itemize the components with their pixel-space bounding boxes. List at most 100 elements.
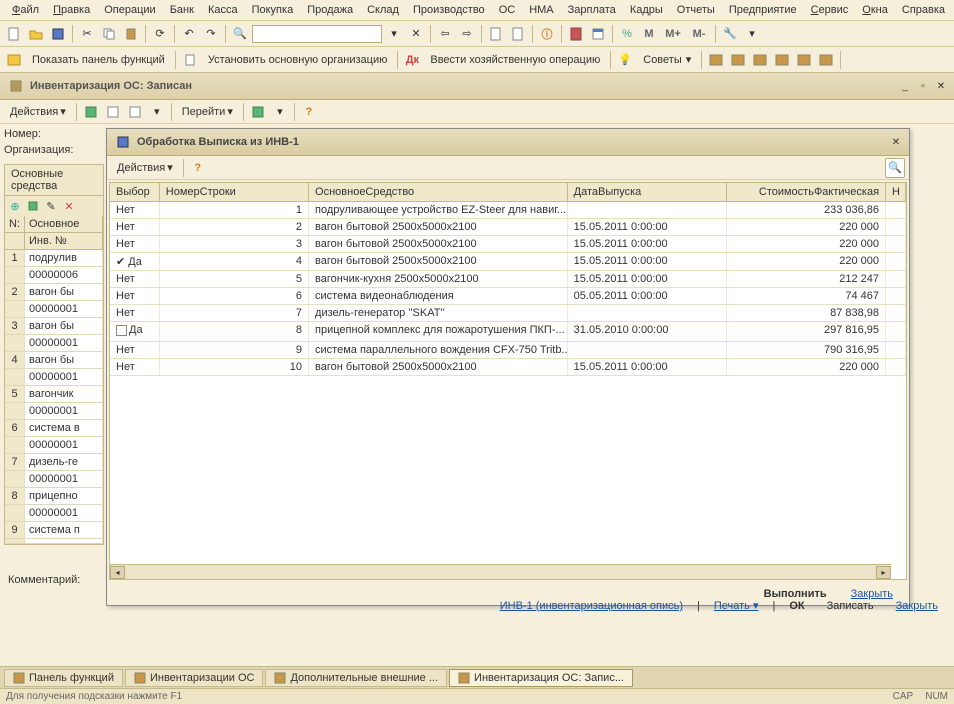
- doc-icon[interactable]: [486, 24, 506, 44]
- bulb-icon[interactable]: 💡: [615, 50, 635, 70]
- menu-os[interactable]: ОС: [493, 2, 522, 18]
- table-row[interactable]: 8прицепно: [5, 488, 103, 505]
- percent-icon[interactable]: %: [617, 24, 637, 44]
- doc2-icon[interactable]: [508, 24, 528, 44]
- table-row[interactable]: 00000001: [5, 471, 103, 488]
- menu-help[interactable]: Справка: [896, 2, 951, 18]
- menu-operations[interactable]: Операции: [98, 2, 161, 18]
- grid-row[interactable]: Нет10вагон бытовой 2500x5000x210015.05.2…: [110, 359, 906, 376]
- save-button[interactable]: Записать: [819, 598, 882, 614]
- taskbar-button[interactable]: Инвентаризация ОС: Запис...: [449, 669, 633, 687]
- copy-icon[interactable]: [99, 24, 119, 44]
- scroll-right-icon[interactable]: ▸: [876, 566, 891, 579]
- nav-fwd-icon[interactable]: ⇨: [457, 24, 477, 44]
- menu-cash[interactable]: Касса: [202, 2, 244, 18]
- table-row[interactable]: 00000001: [5, 505, 103, 522]
- dialog-help-icon[interactable]: ?: [188, 158, 208, 178]
- entry-icon[interactable]: Дк: [402, 50, 422, 70]
- action1-icon[interactable]: [81, 102, 101, 122]
- edit-icon[interactable]: ✎: [43, 198, 59, 214]
- ext6-icon[interactable]: [816, 50, 836, 70]
- search-icon[interactable]: 🔍: [230, 24, 250, 44]
- col-date[interactable]: ДатаВыпуска: [568, 183, 727, 201]
- ext5-icon[interactable]: [794, 50, 814, 70]
- mem-icon[interactable]: M: [639, 24, 659, 44]
- menu-service[interactable]: Сервис: [805, 2, 855, 18]
- grid-row[interactable]: ✔ Да4вагон бытовой 2500x5000x210015.05.2…: [110, 253, 906, 271]
- table-row[interactable]: 2вагон бы: [5, 284, 103, 301]
- open-icon[interactable]: [26, 24, 46, 44]
- table-row[interactable]: 4вагон бы: [5, 352, 103, 369]
- menu-warehouse[interactable]: Склад: [361, 2, 405, 18]
- search-input[interactable]: [252, 25, 382, 43]
- menu-bank[interactable]: Банк: [164, 2, 200, 18]
- redo-icon[interactable]: ↷: [201, 24, 221, 44]
- menu-enterprise[interactable]: Предприятие: [723, 2, 803, 18]
- table-row[interactable]: 00000001: [5, 335, 103, 352]
- ext4-icon[interactable]: [772, 50, 792, 70]
- table-row[interactable]: 00000001: [5, 437, 103, 454]
- inv1-link[interactable]: ИНВ-1 (инвентаризационная опись): [492, 598, 691, 614]
- taskbar-button[interactable]: Панель функций: [4, 669, 123, 687]
- scroll-left-icon[interactable]: ◂: [110, 566, 125, 579]
- checklist-icon[interactable]: [248, 102, 268, 122]
- table-row[interactable]: 3вагон бы: [5, 318, 103, 335]
- ext3-icon[interactable]: [750, 50, 770, 70]
- maximize-button[interactable]: ▫: [916, 79, 930, 93]
- menu-sale[interactable]: Продажа: [301, 2, 359, 18]
- save-icon[interactable]: [48, 24, 68, 44]
- menu-staff[interactable]: Кадры: [624, 2, 669, 18]
- menu-production[interactable]: Производство: [407, 2, 491, 18]
- dialog-close-button[interactable]: ✕: [889, 135, 903, 149]
- close-button[interactable]: Закрыть: [888, 598, 946, 614]
- print-button[interactable]: Печать ▾: [706, 597, 767, 614]
- menu-file[interactable]: Файл: [6, 2, 45, 18]
- delete-icon[interactable]: ✕: [61, 198, 77, 214]
- minimize-button[interactable]: _: [898, 79, 912, 93]
- dropdown-icon[interactable]: ▾: [742, 24, 762, 44]
- table-row[interactable]: 00000006: [5, 267, 103, 284]
- taskbar-button[interactable]: Дополнительные внешние ...: [265, 669, 447, 687]
- dialog-actions-dropdown[interactable]: Действия ▾: [111, 159, 179, 176]
- nav-back-icon[interactable]: ⇦: [435, 24, 455, 44]
- table-row[interactable]: 1подрулив: [5, 250, 103, 267]
- goto-dropdown[interactable]: Перейти ▾: [176, 103, 239, 120]
- table-row[interactable]: 00000001: [5, 403, 103, 420]
- panel-icon[interactable]: [4, 50, 24, 70]
- search2-icon[interactable]: 🔍: [885, 158, 905, 178]
- ext1-icon[interactable]: [706, 50, 726, 70]
- action3-icon[interactable]: [125, 102, 145, 122]
- grid-row[interactable]: Нет9система параллельного вождения CFX-7…: [110, 342, 906, 359]
- menu-purchase[interactable]: Покупка: [246, 2, 300, 18]
- grid-row[interactable]: Да8прицепной комплекс для пожаротушения …: [110, 322, 906, 342]
- dropdown-icon[interactable]: ▾: [270, 102, 290, 122]
- tab-main-assets[interactable]: Основные средства: [4, 164, 104, 195]
- grid-row[interactable]: Нет7дизель-генератор ''SKAT''87 838,98: [110, 305, 906, 322]
- horizontal-scrollbar[interactable]: ◂ ▸: [110, 564, 891, 579]
- menu-edit[interactable]: Правка: [47, 2, 96, 18]
- col-asset[interactable]: ОсновноеСредство: [309, 183, 568, 201]
- menu-reports[interactable]: Отчеты: [671, 2, 721, 18]
- undo-icon[interactable]: ↶: [179, 24, 199, 44]
- menu-windows[interactable]: Окна: [856, 2, 894, 18]
- table-row[interactable]: [5, 539, 103, 544]
- set-main-org-button[interactable]: Установить основную организацию: [202, 52, 394, 68]
- add-icon[interactable]: ⊕: [7, 198, 23, 214]
- paste-icon[interactable]: [121, 24, 141, 44]
- enter-operation-button[interactable]: Ввести хозяйственную операцию: [424, 52, 606, 68]
- table-row[interactable]: 00000001: [5, 369, 103, 386]
- table-row[interactable]: 00000001: [5, 301, 103, 318]
- clear-icon[interactable]: ✕: [406, 24, 426, 44]
- copy-icon[interactable]: [25, 198, 41, 214]
- close-button[interactable]: ✕: [934, 79, 948, 93]
- show-functions-panel-button[interactable]: Показать панель функций: [26, 52, 171, 68]
- mem-plus-icon[interactable]: M+: [661, 24, 685, 44]
- calendar-icon[interactable]: [588, 24, 608, 44]
- dropdown-icon[interactable]: ▾: [147, 102, 167, 122]
- col-extra[interactable]: Н: [886, 183, 906, 201]
- table-row[interactable]: 9система п: [5, 522, 103, 539]
- action2-icon[interactable]: [103, 102, 123, 122]
- col-rownum[interactable]: НомерСтроки: [160, 183, 309, 201]
- org-icon[interactable]: [180, 50, 200, 70]
- menu-salary[interactable]: Зарплата: [562, 2, 622, 18]
